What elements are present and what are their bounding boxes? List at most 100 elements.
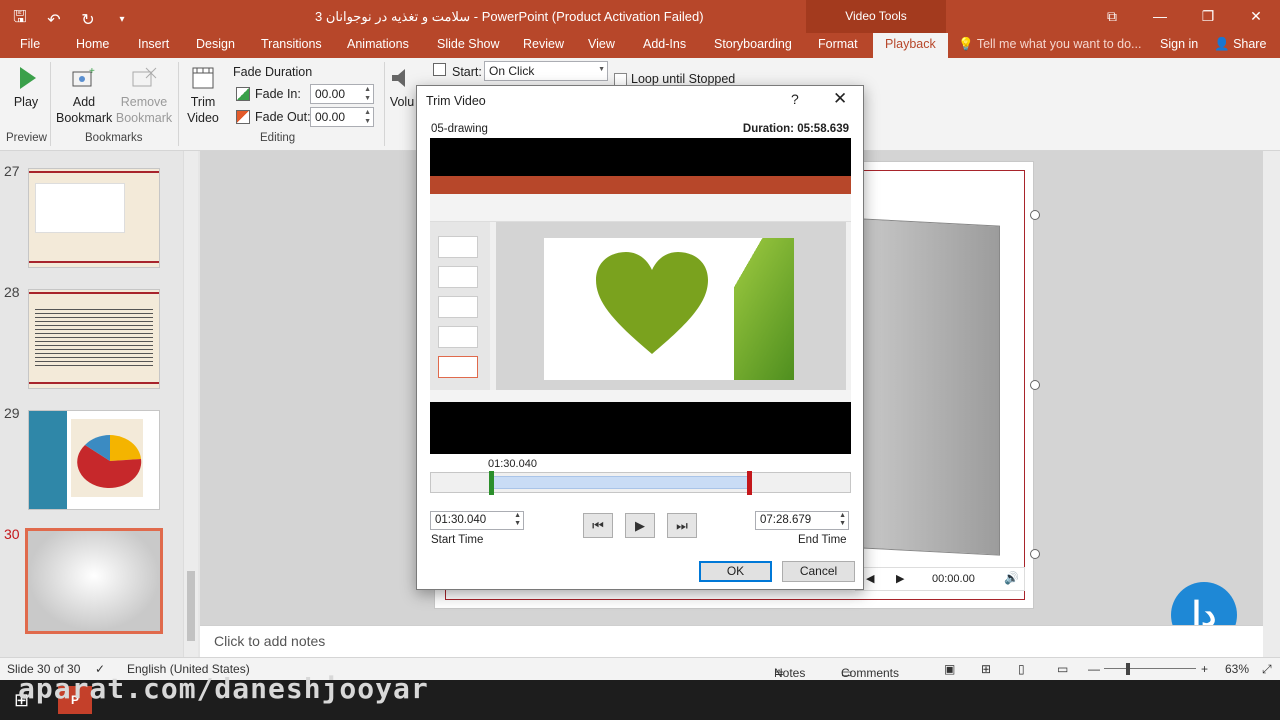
skip-back-icon[interactable]: ◀ [866, 572, 874, 585]
slide-number: 30 [4, 526, 20, 542]
current-time-label: 01:30.040 [488, 458, 537, 470]
trim-timeline[interactable] [430, 471, 851, 495]
window-title: 3 سلامت و تغذیه در نوجوانان - PowerPoint… [315, 9, 704, 24]
redo-icon[interactable]: ↻ [78, 10, 98, 30]
customize-icon[interactable]: ▾ [112, 14, 132, 25]
tab-slide-show[interactable]: Slide Show [437, 37, 500, 51]
reading-view-icon[interactable]: ▯ [1018, 662, 1025, 676]
player-time: 00:00.00 [932, 573, 975, 585]
tab-storyboarding[interactable]: Storyboarding [714, 37, 792, 51]
help-icon[interactable]: ? [791, 91, 799, 107]
fade-in-input[interactable]: 00.00 ▲ ▼ [310, 84, 374, 104]
fit-slide-icon[interactable]: ⤢ [1262, 662, 1272, 677]
normal-view-icon[interactable]: ▣ [944, 662, 955, 676]
volume-icon[interactable]: 🔊 [1004, 571, 1019, 585]
end-time-input[interactable]: 07:28.679 ▲ ▼ [755, 511, 849, 530]
start-time-input[interactable]: 01:30.040 ▲ ▼ [430, 511, 524, 530]
zoom-slider-thumb[interactable] [1126, 663, 1130, 675]
zoom-level[interactable]: 63% [1225, 662, 1249, 676]
trim-selection-range [491, 476, 749, 489]
play-icon [20, 67, 36, 89]
notes-pane[interactable]: Click to add notes [200, 625, 1263, 657]
video-tools-context: Video Tools [806, 0, 946, 33]
spin-arrows-icon[interactable]: ▲ ▼ [364, 85, 371, 103]
start-trim-handle[interactable] [489, 471, 494, 495]
tab-animations[interactable]: Animations [347, 37, 409, 51]
end-trim-handle[interactable] [747, 471, 752, 495]
title-bar: 🖫 ↶ ↻ ▾ 3 سلامت و تغذیه در نوجوانان - Po… [0, 0, 1280, 33]
play-button[interactable]: ▶ [625, 513, 655, 538]
remove-bookmark-button[interactable]: Remove Bookmark [115, 66, 173, 126]
fade-out-input[interactable]: 00.00 ▲ ▼ [310, 107, 374, 127]
undo-icon[interactable]: ↶ [44, 10, 64, 30]
minimize-icon[interactable]: — [1136, 0, 1184, 33]
tab-home[interactable]: Home [76, 37, 109, 51]
trim-video-button[interactable]: Trim Video [183, 66, 223, 126]
video-poster[interactable] [860, 218, 1000, 556]
spin-arrows-icon[interactable]: ▲ ▼ [364, 108, 371, 126]
scroll-thumb[interactable] [187, 571, 195, 641]
dialog-title: Trim Video [426, 94, 486, 108]
start-dropdown[interactable]: On Click ▼ [484, 61, 608, 81]
share-button[interactable]: 👤 Share [1214, 37, 1266, 52]
slide-sorter-icon[interactable]: ⊞ [981, 662, 991, 676]
play-icon: ▶ [635, 518, 645, 533]
spin-arrows-icon[interactable]: ▲ ▼ [514, 512, 521, 528]
end-time-label: End Time [798, 534, 847, 546]
slide-thumbnail-29[interactable] [28, 410, 160, 510]
volume-button[interactable]: Volu [387, 66, 417, 110]
ribbon-display-icon[interactable]: ⧉ [1088, 0, 1136, 33]
slideshow-view-icon[interactable]: ▭ [1057, 662, 1068, 676]
previous-frame-button[interactable]: ⏮ [583, 513, 613, 538]
resize-handle[interactable] [1030, 380, 1040, 390]
video-preview[interactable] [430, 138, 851, 454]
slide-thumbnail-27[interactable] [28, 168, 160, 268]
tab-playback[interactable]: Playback [873, 33, 948, 58]
close-icon[interactable]: ✕ [833, 89, 847, 109]
zoom-slider[interactable] [1104, 668, 1196, 669]
group-preview: Preview [6, 132, 47, 144]
save-icon[interactable]: 🖫 [10, 6, 30, 33]
start-time-label: Start Time [431, 534, 484, 546]
previous-frame-icon: ⏮ [592, 518, 604, 533]
tab-view[interactable]: View [588, 37, 615, 51]
canvas-scrollbar[interactable] [1263, 151, 1280, 657]
play-button[interactable]: Play [8, 66, 44, 110]
slide-thumbnail-28[interactable] [28, 289, 160, 389]
resize-handle[interactable] [1030, 549, 1040, 559]
zoom-in-icon[interactable]: + [1201, 662, 1208, 676]
next-frame-button[interactable]: ⏭ [667, 513, 697, 538]
tab-add-ins[interactable]: Add-Ins [643, 37, 686, 51]
video-duration: Duration: 05:58.639 [742, 123, 849, 135]
volume-icon [392, 69, 405, 87]
zoom-out-icon[interactable]: — [1088, 662, 1100, 676]
fade-duration-label: Fade Duration [233, 65, 313, 79]
slide-thumbnails-panel: 27 28 29 30 [0, 151, 200, 657]
restore-icon[interactable]: ❐ [1184, 0, 1232, 33]
spin-arrows-icon[interactable]: ▲ ▼ [839, 512, 846, 528]
close-icon[interactable]: ✕ [1232, 0, 1280, 33]
svg-text:+: + [89, 66, 95, 77]
video-file-name: 05-drawing [431, 123, 488, 135]
tab-design[interactable]: Design [196, 37, 235, 51]
trim-video-dialog: Trim Video ? ✕ 05-drawing Duration: 05:5… [416, 85, 864, 590]
start-icon [433, 63, 446, 76]
tab-format[interactable]: Format [818, 37, 858, 51]
tab-review[interactable]: Review [523, 37, 564, 51]
tell-me-box[interactable]: 💡 Tell me what you want to do... [958, 37, 1141, 52]
quick-access-toolbar: 🖫 ↶ ↻ ▾ [10, 6, 132, 33]
thumbnails-scrollbar[interactable] [183, 151, 198, 657]
add-bookmark-button[interactable]: + Add Bookmark [56, 66, 112, 126]
tab-insert[interactable]: Insert [138, 37, 169, 51]
slide-thumbnail-30[interactable] [25, 528, 163, 634]
person-icon: 👤 [1214, 37, 1230, 51]
play-icon[interactable]: ▶ [896, 572, 904, 585]
sign-in-link[interactable]: Sign in [1160, 37, 1198, 51]
tab-transitions[interactable]: Transitions [261, 37, 322, 51]
fade-in-label: Fade In: [255, 87, 301, 101]
cancel-button[interactable]: Cancel [782, 561, 855, 582]
group-bookmarks: Bookmarks [85, 132, 143, 144]
tab-file[interactable]: File [20, 37, 40, 51]
resize-handle[interactable] [1030, 210, 1040, 220]
ok-button[interactable]: OK [699, 561, 772, 582]
